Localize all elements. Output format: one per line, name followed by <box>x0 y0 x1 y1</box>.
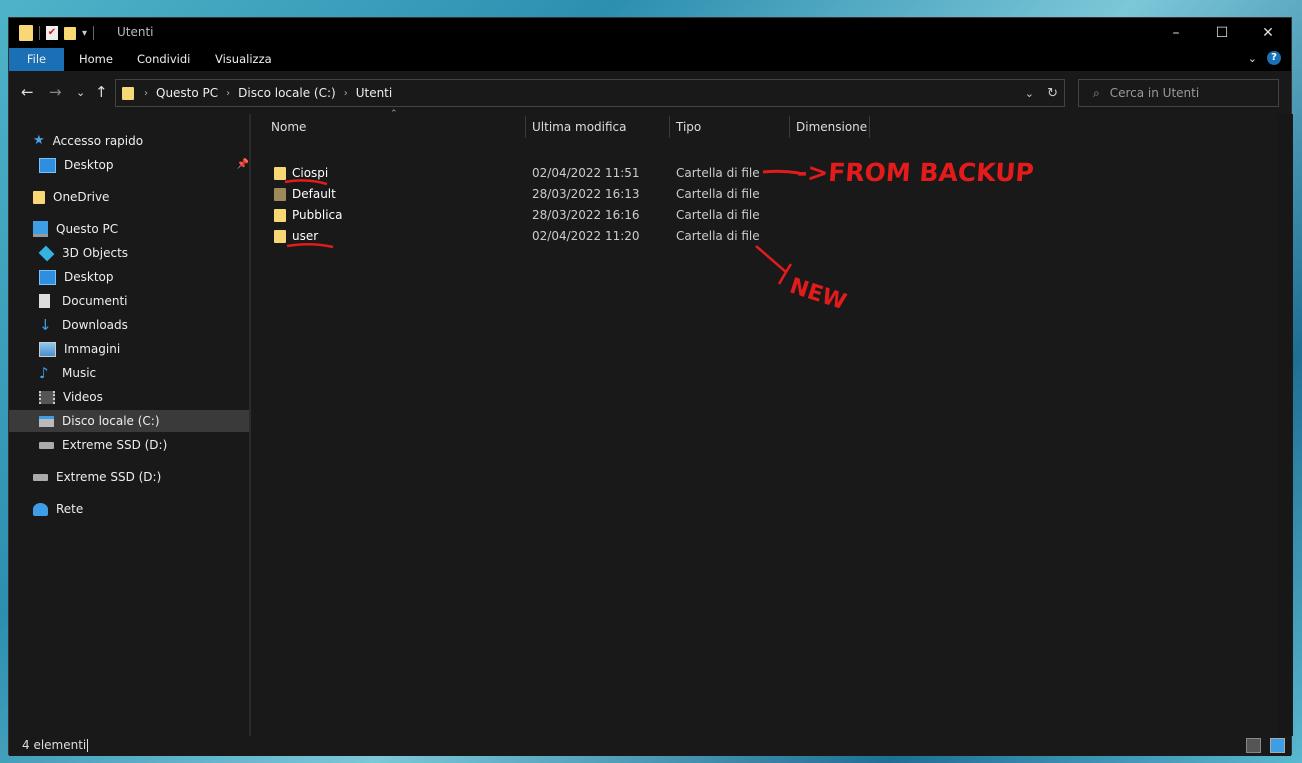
sidebar-item-immagini[interactable]: Immagini <box>39 338 120 360</box>
tab-home[interactable]: Home <box>65 48 127 71</box>
chevron-right-icon[interactable]: › <box>344 88 348 99</box>
sidebar-item-onedrive[interactable]: OneDrive <box>33 186 109 208</box>
tab-visualizza[interactable]: Visualizza <box>201 48 286 71</box>
sidebar-item-3d-objects[interactable]: 3D Objects <box>38 242 128 264</box>
chevron-right-icon[interactable]: › <box>144 88 148 99</box>
search-input[interactable]: ⌕ Cerca in Utenti <box>1078 79 1279 107</box>
vertical-scrollbar[interactable] <box>1277 114 1291 736</box>
large-icons-view-icon[interactable] <box>1270 738 1285 753</box>
breadcrumb-questo-pc[interactable]: Questo PC <box>156 86 218 100</box>
ribbon-tabs: File Home Condividi Visualizza ⌄ ? <box>9 48 1291 71</box>
usb-drive-icon <box>33 473 48 481</box>
drive-icon <box>39 415 54 427</box>
star-icon: ★ <box>33 133 45 148</box>
sidebar-item-rete[interactable]: Rete <box>33 498 83 520</box>
item-count: 4 elementi <box>22 738 87 752</box>
underline-ciospi <box>284 179 328 186</box>
up-arrow-icon[interactable]: ↑ <box>95 83 108 101</box>
chevron-right-icon[interactable]: › <box>226 88 230 99</box>
sidebar-item-desktop[interactable]: Desktop <box>39 266 114 288</box>
image-icon <box>39 341 56 357</box>
search-placeholder: Cerca in Utenti <box>1109 86 1200 100</box>
desktop-icon <box>39 269 56 285</box>
ribbon-right-controls: ⌄ ? <box>1248 51 1281 65</box>
sidebar-item-documenti[interactable]: Documenti <box>39 290 128 312</box>
breadcrumb-disco-locale[interactable]: Disco locale (C:) <box>238 86 336 100</box>
network-icon <box>33 502 48 516</box>
sidebar-item-music[interactable]: ♪ Music <box>39 362 96 384</box>
title-bar: ✔ ▾ Utenti – ☐ ✕ <box>9 18 1291 48</box>
underline-user <box>286 243 334 249</box>
address-folder-icon <box>122 86 134 100</box>
pc-icon <box>33 221 48 237</box>
sidebar-item-accesso-rapido[interactable]: ★ Accesso rapido <box>33 130 143 152</box>
toolbar-separator <box>93 26 95 40</box>
toolbar-separator <box>39 26 40 40</box>
navigation-pane: ★ Accesso rapido Desktop 📌 OneDrive Ques… <box>9 114 249 736</box>
pin-icon[interactable]: 📌 <box>237 154 249 176</box>
customize-toolbar-icon[interactable]: ▾ <box>82 28 87 39</box>
address-dropdown-icon[interactable]: ⌄ <box>1025 87 1034 100</box>
annotation-from-backup: ->FROM BACKUP <box>795 158 1035 187</box>
tab-condividi[interactable]: Condividi <box>123 48 204 71</box>
forward-arrow-icon[interactable]: → <box>49 83 62 101</box>
minimize-button[interactable]: – <box>1153 18 1199 48</box>
tab-file[interactable]: File <box>9 48 64 71</box>
help-icon[interactable]: ? <box>1267 51 1281 65</box>
window-title: Utenti <box>117 25 154 39</box>
cube-icon <box>38 245 55 261</box>
explorer-window: ✔ ▾ Utenti – ☐ ✕ File Home Condividi Vis… <box>8 17 1293 756</box>
usb-drive-icon <box>39 441 54 449</box>
folder-icon <box>33 190 45 204</box>
arrow-down-icon <box>755 245 793 285</box>
folder-icon <box>19 25 33 41</box>
music-icon: ♪ <box>39 364 49 382</box>
status-separator <box>87 739 88 752</box>
breadcrumb-utenti[interactable]: Utenti <box>356 86 393 100</box>
maximize-button[interactable]: ☐ <box>1199 18 1245 48</box>
video-icon <box>39 390 55 404</box>
sidebar-item-extreme-ssd-root[interactable]: Extreme SSD (D:) <box>33 466 161 488</box>
file-list-pane: ⌃ Nome Ultima modifica Tipo Dimensione C… <box>251 109 1293 736</box>
quick-access-toolbar: ✔ ▾ <box>19 25 95 41</box>
new-folder-icon[interactable] <box>64 26 76 40</box>
sidebar-item-desktop-pinned[interactable]: Desktop 📌 <box>39 154 249 176</box>
sidebar-item-questo-pc[interactable]: Questo PC <box>33 218 118 240</box>
details-view-icon[interactable] <box>1246 738 1261 753</box>
expand-ribbon-icon[interactable]: ⌄ <box>1248 52 1257 65</box>
recent-locations-chevron-icon[interactable]: ⌄ <box>76 86 85 99</box>
sidebar-item-disco-locale[interactable]: Disco locale (C:) <box>9 410 249 432</box>
status-bar: 4 elementi <box>9 736 1291 756</box>
sidebar-item-extreme-ssd[interactable]: Extreme SSD (D:) <box>39 434 167 456</box>
search-icon: ⌕ <box>1093 85 1100 100</box>
desktop-icon <box>39 157 56 173</box>
navigation-bar: ← → ⌄ ↑ › Questo PC › Disco locale (C:) … <box>9 71 1291 114</box>
sidebar-item-videos[interactable]: Videos <box>39 386 103 408</box>
download-icon: ↓ <box>39 316 52 334</box>
refresh-icon[interactable]: ↻ <box>1047 86 1058 101</box>
back-arrow-icon[interactable]: ← <box>21 83 34 101</box>
properties-icon[interactable]: ✔ <box>46 26 58 40</box>
close-button[interactable]: ✕ <box>1245 18 1291 48</box>
address-bar[interactable]: › Questo PC › Disco locale (C:) › Utenti… <box>115 79 1065 107</box>
sidebar-item-downloads[interactable]: ↓ Downloads <box>39 314 128 336</box>
arrow-line-icon <box>762 169 800 175</box>
document-icon <box>39 294 50 308</box>
